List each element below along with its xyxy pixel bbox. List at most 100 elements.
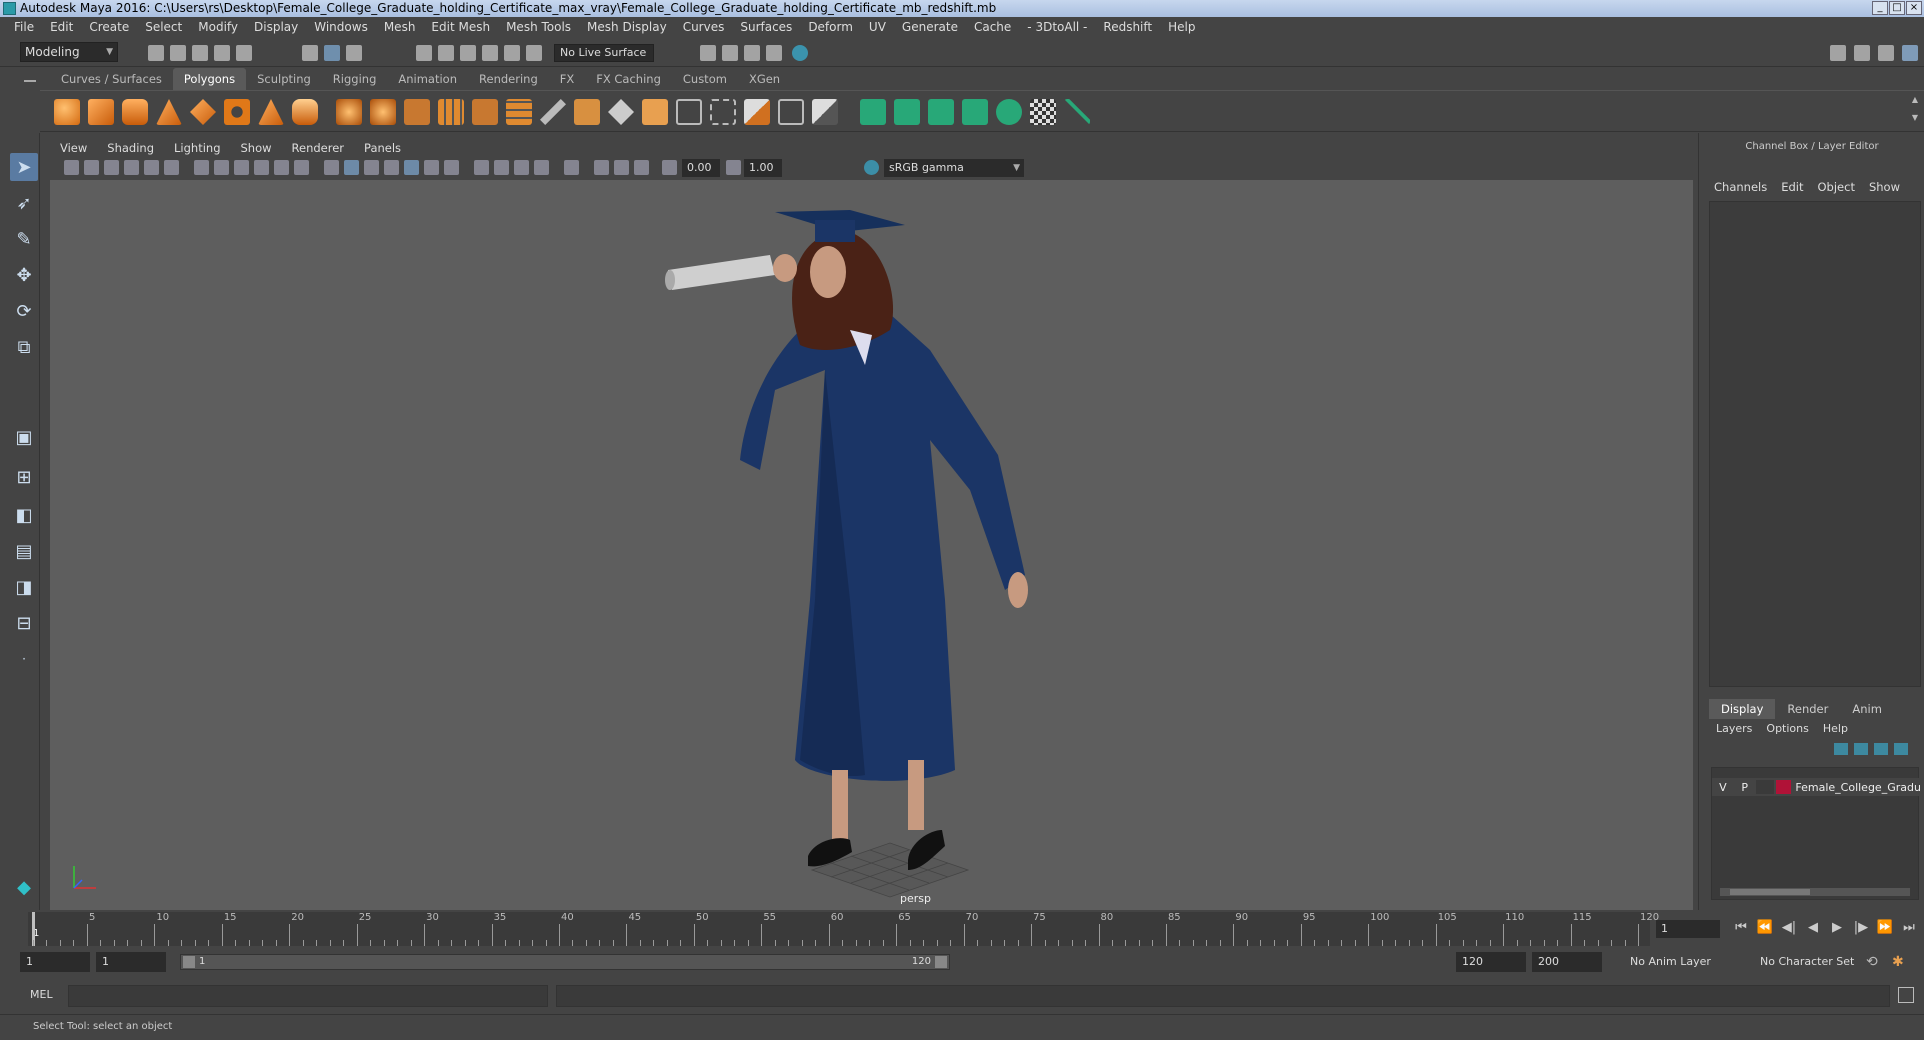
field-chart-icon[interactable] <box>274 160 289 175</box>
combine-icon[interactable] <box>336 99 362 125</box>
select-object-icon[interactable] <box>324 45 340 61</box>
command-language-label[interactable]: MEL <box>30 988 53 1001</box>
script-editor-icon[interactable] <box>1898 987 1914 1003</box>
time-slider[interactable]: 1 5 10 15 20 25 30 35 40 45 50 55 60 65 70 75 80 85 90 95 1… <box>28 912 1659 946</box>
layer-menu-layers[interactable]: Layers <box>1709 722 1759 735</box>
collapse-icon[interactable] <box>812 99 838 125</box>
maximize-button[interactable]: □ <box>1889 1 1905 15</box>
channel-box-icon[interactable] <box>1902 45 1918 61</box>
poly-pipe-icon[interactable] <box>292 99 318 125</box>
extract-icon[interactable] <box>472 99 498 125</box>
gate-mask-icon[interactable] <box>254 160 269 175</box>
menu-modify[interactable]: Modify <box>190 20 246 34</box>
shelf-tab-fx[interactable]: FX <box>549 68 586 90</box>
panel-menu-panels[interactable]: Panels <box>354 138 411 158</box>
shelf-scroll-up-icon[interactable]: ▲ <box>1912 95 1918 104</box>
bookmark-icon[interactable] <box>104 160 119 175</box>
two-view-layout-icon[interactable]: ◧ <box>10 501 38 529</box>
exposure-icon[interactable] <box>662 160 677 175</box>
command-input[interactable] <box>68 985 548 1007</box>
bridge-icon[interactable] <box>506 99 532 125</box>
motion-blur-icon[interactable] <box>494 160 509 175</box>
film-gate-icon[interactable] <box>214 160 229 175</box>
menu-windows[interactable]: Windows <box>306 20 376 34</box>
shelf-tab-rigging[interactable]: Rigging <box>322 68 388 90</box>
character-set-dropdown[interactable]: No Character Set <box>1754 952 1874 972</box>
graph-editor-layout-icon[interactable]: ◨ <box>10 573 38 601</box>
uv-checker-icon[interactable] <box>1030 99 1056 125</box>
layer-color-swatch[interactable] <box>1775 780 1792 794</box>
move-layer-down-icon[interactable] <box>1854 743 1868 755</box>
select-hierarchy-icon[interactable] <box>302 45 318 61</box>
menu-help[interactable]: Help <box>1160 20 1203 34</box>
smooth-icon[interactable] <box>438 99 464 125</box>
snap-view-plane-icon[interactable] <box>482 45 498 61</box>
shelf-options-icon[interactable] <box>24 80 36 82</box>
menu-redshift[interactable]: Redshift <box>1095 20 1160 34</box>
uv-cylindrical-icon[interactable] <box>894 99 920 125</box>
ipr-render-icon[interactable] <box>744 45 760 61</box>
paint-select-tool-icon[interactable]: ✎ <box>10 225 38 253</box>
poly-pyramid-icon[interactable] <box>258 99 284 125</box>
insert-edge-loop-icon[interactable] <box>676 99 702 125</box>
menu-display[interactable]: Display <box>246 20 306 34</box>
ambient-occlusion-icon[interactable] <box>474 160 489 175</box>
hypershade-icon[interactable] <box>792 45 808 61</box>
menu-edit-mesh[interactable]: Edit Mesh <box>423 20 498 34</box>
shelf-tab-fx-caching[interactable]: FX Caching <box>585 68 672 90</box>
menu-curves[interactable]: Curves <box>675 20 733 34</box>
shelf-tab-polygons[interactable]: Polygons <box>172 68 247 90</box>
uv-automatic-icon[interactable] <box>962 99 988 125</box>
layout-more-icon[interactable]: · <box>10 645 38 673</box>
outliner-layout-icon[interactable]: ▤ <box>10 537 38 565</box>
snap-edge-icon[interactable] <box>526 45 542 61</box>
menu-deform[interactable]: Deform <box>800 20 861 34</box>
undo-icon[interactable] <box>214 45 230 61</box>
grease-pencil-icon[interactable] <box>164 160 179 175</box>
step-back-key-icon[interactable]: ⏪ <box>1756 919 1774 937</box>
render-view-icon[interactable] <box>700 45 716 61</box>
separate-icon[interactable] <box>370 99 396 125</box>
playback-start-field[interactable]: 1 <box>96 952 166 972</box>
layer-tab-render[interactable]: Render <box>1775 699 1840 719</box>
menu-set-dropdown[interactable]: Modeling <box>20 42 118 62</box>
menu-uv[interactable]: UV <box>861 20 894 34</box>
range-slider[interactable]: 1 120 <box>180 954 950 970</box>
uv-spherical-icon[interactable] <box>928 99 954 125</box>
poly-plane-icon[interactable] <box>190 99 216 125</box>
layer-type-toggle[interactable] <box>1755 780 1774 794</box>
uv-unfold-icon[interactable] <box>996 99 1022 125</box>
wireframe-icon[interactable] <box>324 160 339 175</box>
wireframe-on-shaded-icon[interactable] <box>384 160 399 175</box>
move-layer-up-icon[interactable] <box>1834 743 1848 755</box>
select-tool-icon[interactable]: ➤ <box>10 153 38 181</box>
bevel-icon[interactable] <box>608 99 634 125</box>
play-forward-icon[interactable]: ▶ <box>1828 919 1846 937</box>
snap-point-icon[interactable] <box>460 45 476 61</box>
current-frame-field[interactable]: 1 <box>1656 920 1720 938</box>
gamma-field[interactable]: 1.00 <box>744 159 782 177</box>
uv-planar-icon[interactable] <box>860 99 886 125</box>
lights-icon[interactable] <box>424 160 439 175</box>
channel-box-menu-object[interactable]: Object <box>1811 180 1862 194</box>
animation-preferences-icon[interactable]: ✱ <box>1892 954 1904 970</box>
single-perspective-layout-icon[interactable]: ▣ <box>10 423 38 451</box>
channel-box-menu-edit[interactable]: Edit <box>1774 180 1810 194</box>
smooth-shade-icon[interactable] <box>344 160 359 175</box>
view-transform-dropdown[interactable]: sRGB gamma <box>884 159 1024 177</box>
menu-surfaces[interactable]: Surfaces <box>732 20 800 34</box>
2d-pan-zoom-icon[interactable] <box>144 160 159 175</box>
render-settings-icon[interactable] <box>766 45 782 61</box>
shelf-tab-sculpting[interactable]: Sculpting <box>246 68 322 90</box>
menu-mesh[interactable]: Mesh <box>376 20 424 34</box>
panel-menu-renderer[interactable]: Renderer <box>282 138 355 158</box>
new-layer-icon[interactable] <box>1874 743 1888 755</box>
layer-row[interactable]: V P Female_College_Gradu <box>1712 778 1920 796</box>
attribute-editor-icon[interactable] <box>1854 45 1870 61</box>
poly-cylinder-icon[interactable] <box>122 99 148 125</box>
xray-icon[interactable] <box>594 160 609 175</box>
extrude-icon[interactable] <box>574 99 600 125</box>
layer-tab-anim[interactable]: Anim <box>1840 699 1894 719</box>
shelf-tab-animation[interactable]: Animation <box>387 68 468 90</box>
play-backward-icon[interactable]: ◀ <box>1804 919 1822 937</box>
